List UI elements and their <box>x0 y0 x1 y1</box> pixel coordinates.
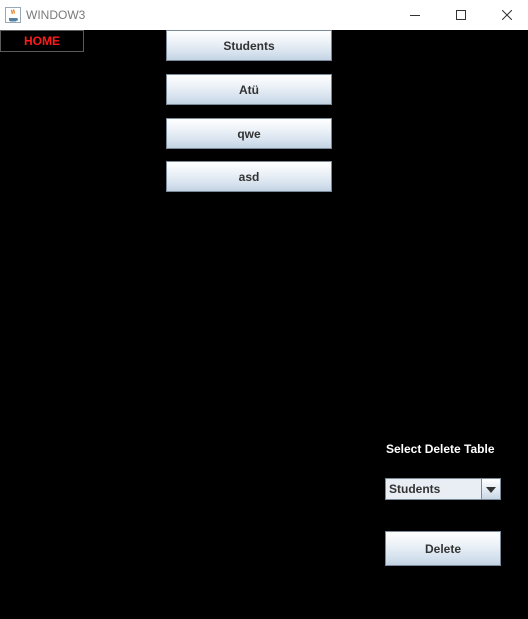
maximize-button[interactable] <box>438 0 484 30</box>
java-icon <box>5 7 21 23</box>
main-content: HOME Students Atü qwe asd Select Delete … <box>0 30 528 619</box>
chevron-down-icon <box>486 480 496 498</box>
minimize-icon <box>410 10 420 20</box>
table-button-qwe[interactable]: qwe <box>166 118 332 149</box>
table-button-students[interactable]: Students <box>166 30 332 61</box>
maximize-icon <box>456 10 466 20</box>
table-button-asd[interactable]: asd <box>166 161 332 192</box>
selected-table-value: Students <box>389 482 441 496</box>
table-button-atu[interactable]: Atü <box>166 74 332 105</box>
close-icon <box>502 10 512 20</box>
minimize-button[interactable] <box>392 0 438 30</box>
delete-table-select[interactable]: Students <box>385 478 501 500</box>
title-bar[interactable]: WINDOW3 <box>0 0 528 30</box>
window-title: WINDOW3 <box>26 8 86 22</box>
home-button[interactable]: HOME <box>0 30 84 52</box>
close-button[interactable] <box>484 0 528 30</box>
delete-button[interactable]: Delete <box>385 531 501 566</box>
dropdown-arrow-button[interactable] <box>481 479 500 499</box>
select-delete-table-label: Select Delete Table <box>386 442 495 456</box>
app-window: WINDOW3 HOME Students Atü qwe asd Select… <box>0 0 528 619</box>
